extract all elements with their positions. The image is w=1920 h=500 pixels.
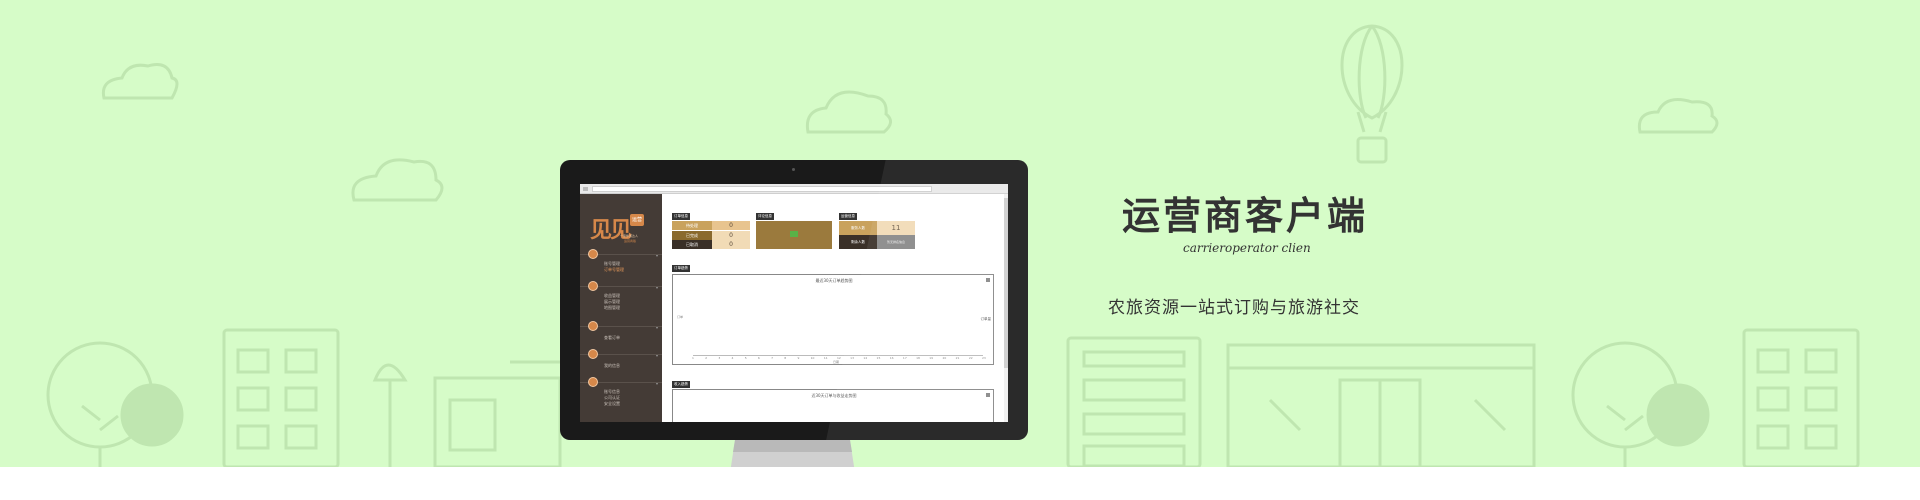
- floor: [0, 467, 1920, 500]
- monitor-stand: [715, 440, 871, 499]
